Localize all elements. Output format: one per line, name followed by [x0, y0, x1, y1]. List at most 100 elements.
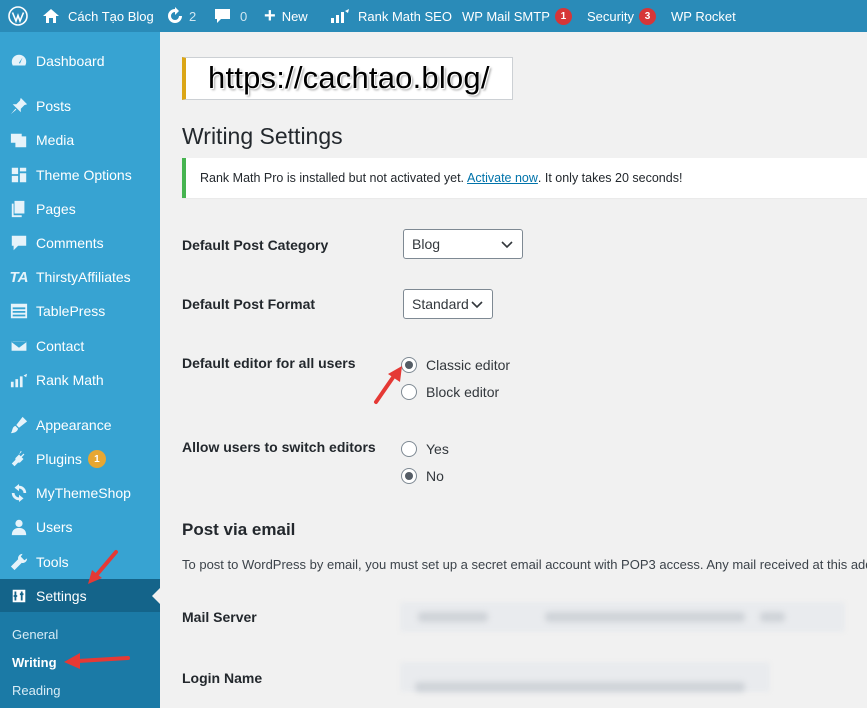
security-label: Security [587, 8, 634, 24]
menu-item-contact[interactable]: Contact [0, 329, 160, 363]
plus-icon: + [264, 4, 276, 27]
main-content: https://cachtao.blog/ Writing Settings R… [160, 32, 867, 708]
menu-item-dashboard[interactable]: Dashboard [0, 44, 160, 78]
comment-bubble-icon [215, 9, 230, 23]
notice-text: Rank Math Pro is installed but not activ… [200, 171, 465, 185]
menu-item-appearance[interactable]: Appearance [0, 408, 160, 442]
menu-label: Posts [36, 98, 72, 114]
menu-label: ThirstyAffiliates [36, 269, 131, 285]
annotation-arrow-settings [88, 550, 118, 584]
switch-editors-label: Allow users to switch editors [182, 439, 376, 455]
menu-item-posts[interactable]: Posts [0, 89, 160, 123]
menu-item-rank-math[interactable]: Rank Math [0, 363, 160, 397]
table-icon [0, 302, 36, 320]
user-icon [0, 518, 36, 536]
new-label: New [281, 8, 308, 24]
chart-icon [0, 371, 36, 389]
menu-label: Appearance [36, 417, 112, 433]
post-via-email-description: To post to WordPress by email, you must … [182, 557, 867, 572]
comments-link[interactable]: 0 [214, 0, 247, 32]
home-icon [43, 9, 59, 23]
menu-item-pages[interactable]: Pages [0, 192, 160, 226]
submenu-general[interactable]: General [12, 627, 58, 642]
site-name: Cách Tạo Blog [68, 8, 154, 24]
submenu-writing[interactable]: Writing [12, 655, 57, 670]
page-title: Writing Settings [182, 123, 343, 149]
default-format-select[interactable]: Standard [403, 289, 493, 319]
site-name-link[interactable]: Cách Tạo Blog [42, 0, 154, 32]
radio-label: No [426, 468, 444, 484]
admin-sidebar: Dashboard Posts Media Theme Options Page… [0, 32, 160, 708]
redacted-text [418, 612, 488, 622]
menu-label: TablePress [36, 303, 106, 319]
menu-label: Theme Options [36, 167, 132, 183]
wrench-icon [0, 553, 36, 571]
radio-switch-no[interactable]: No [401, 468, 444, 484]
menu-item-tablepress[interactable]: TablePress [0, 294, 160, 328]
comment-icon [0, 234, 36, 252]
updates-link[interactable]: 2 [166, 0, 196, 32]
menu-item-mythemeshop[interactable]: MyThemeShop [0, 476, 160, 510]
menu-item-plugins[interactable]: Plugins 1 [0, 442, 160, 476]
menu-label: MyThemeShop [36, 485, 131, 501]
plug-icon [0, 450, 36, 468]
default-format-label: Default Post Format [182, 296, 316, 312]
post-via-email-heading: Post via email [182, 520, 296, 539]
radio-block-editor[interactable]: Block editor [401, 384, 499, 400]
redacted-text [760, 612, 785, 622]
menu-item-users[interactable]: Users [0, 510, 160, 544]
wp-rocket-link[interactable]: WP Rocket [671, 0, 736, 32]
wp-rocket-label: WP Rocket [671, 8, 736, 24]
radio-label: Yes [426, 441, 449, 457]
notice-text-after: . It only takes 20 seconds! [537, 171, 683, 185]
radio-classic-editor[interactable]: Classic editor [401, 357, 510, 373]
select-value: Blog [412, 236, 441, 252]
activate-now-link[interactable]: Activate now [467, 171, 538, 185]
rank-math-label: Rank Math SEO [358, 8, 452, 24]
pages-icon [0, 200, 36, 218]
annotation-arrow-writing [64, 653, 130, 669]
redacted-text [415, 682, 745, 692]
plugins-update-badge: 1 [87, 450, 106, 468]
radio-label: Block editor [426, 384, 500, 400]
security-link[interactable]: Security 3 [587, 0, 656, 32]
admin-bar: Cách Tạo Blog 2 0 + New Rank Math SEO WP… [0, 0, 867, 32]
menu-item-media[interactable]: Media [0, 123, 160, 157]
media-icon [0, 131, 36, 149]
radio-button[interactable] [401, 441, 417, 457]
radio-button[interactable] [401, 468, 417, 484]
rank-math-notice: Rank Math Pro is installed but not activ… [182, 158, 867, 198]
menu-item-thirstyaffiliates[interactable]: TA ThirstyAffiliates [0, 260, 160, 294]
default-editor-label: Default editor for all users [182, 355, 356, 371]
wp-mail-smtp-label: WP Mail SMTP [462, 8, 550, 24]
radio-switch-yes[interactable]: Yes [401, 441, 449, 457]
rank-math-icon [331, 9, 349, 23]
wordpress-logo-icon[interactable] [8, 0, 28, 32]
ta-logo-icon: TA [9, 268, 29, 286]
new-content-link[interactable]: + New [264, 0, 308, 32]
rank-math-link[interactable]: Rank Math SEO [330, 0, 452, 32]
menu-item-tools[interactable]: Tools [0, 545, 160, 579]
security-badge: 3 [638, 7, 656, 25]
refresh-icon [0, 484, 36, 502]
menu-label: Pages [36, 201, 76, 217]
menu-item-theme-options[interactable]: Theme Options [0, 158, 160, 192]
default-category-select[interactable]: Blog [403, 229, 523, 259]
menu-label: Comments [36, 235, 104, 251]
radio-label: Classic editor [426, 357, 511, 373]
grid-icon [0, 166, 36, 184]
menu-item-comments[interactable]: Comments [0, 226, 160, 260]
chevron-down-icon [501, 241, 513, 249]
login-name-label: Login Name [182, 670, 263, 686]
updates-icon [168, 7, 182, 23]
menu-label: Rank Math [36, 372, 104, 388]
redacted-text [545, 612, 745, 622]
wp-mail-smtp-link[interactable]: WP Mail SMTP 1 [462, 0, 572, 32]
submenu-reading[interactable]: Reading [12, 683, 60, 698]
menu-item-settings[interactable]: Settings [0, 579, 160, 613]
watermark-text: https://cachtao.blog/ [208, 60, 490, 95]
updates-count: 2 [189, 8, 197, 24]
annotation-arrow-classic-editor [374, 366, 402, 404]
menu-label: Contact [36, 338, 85, 354]
menu-label: Plugins [36, 451, 82, 467]
